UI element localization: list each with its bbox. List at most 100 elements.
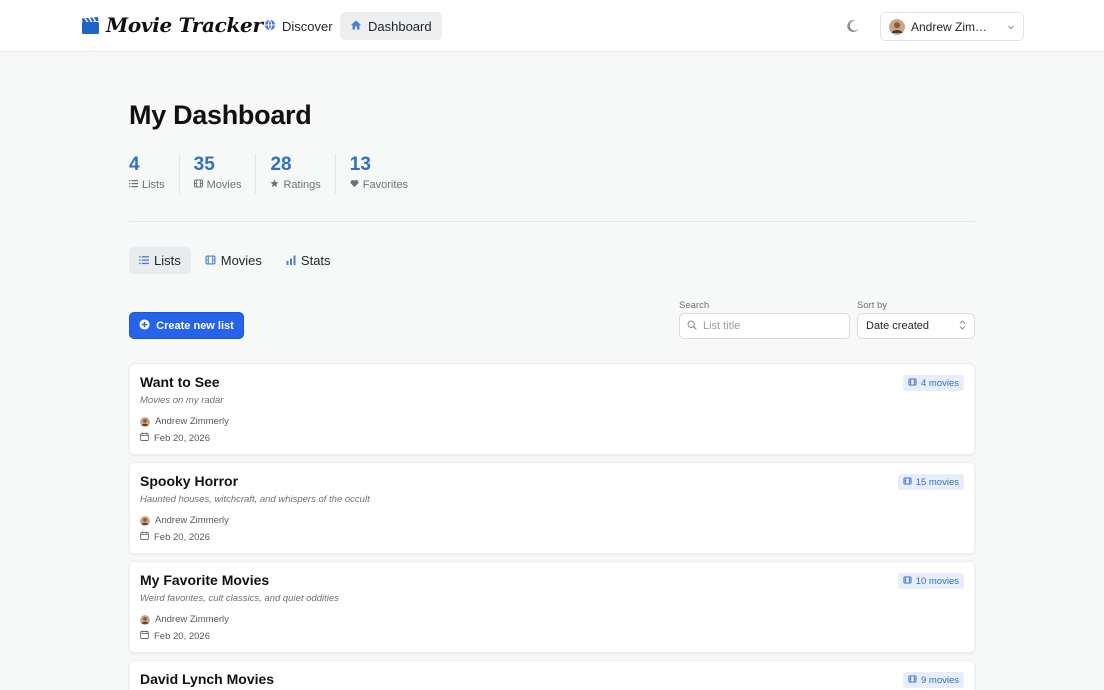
list-card[interactable]: My Favorite Movies Weird favorites, cult… bbox=[129, 561, 975, 653]
list-card[interactable]: David Lynch Movies 9 movies bbox=[129, 660, 975, 690]
movie-count-badge: 9 movies bbox=[902, 672, 964, 688]
date-text: Feb 20, 2026 bbox=[154, 531, 210, 543]
star-icon bbox=[270, 179, 280, 191]
chevron-down-icon bbox=[1007, 18, 1015, 36]
app-title: Movie Tracker bbox=[106, 13, 263, 37]
date-text: Feb 20, 2026 bbox=[154, 432, 210, 444]
dark-mode-toggle[interactable] bbox=[843, 16, 863, 36]
stat-movies: 35 Movies bbox=[193, 154, 257, 194]
list-title[interactable]: David Lynch Movies bbox=[140, 671, 274, 687]
avatar bbox=[140, 515, 150, 526]
list-author: Andrew Zimmerly bbox=[140, 416, 229, 427]
film-icon bbox=[903, 575, 912, 587]
nav-discover-label: Discover bbox=[282, 18, 333, 34]
create-list-button[interactable]: Create new list bbox=[129, 312, 244, 339]
stat-favorites: 13 Favorites bbox=[350, 154, 422, 194]
list-title[interactable]: Want to See bbox=[140, 374, 220, 390]
user-menu[interactable]: Andrew Zimmerly bbox=[880, 12, 1024, 41]
movie-count-badge: 4 movies bbox=[902, 375, 964, 391]
user-name: Andrew Zimmerly bbox=[911, 19, 997, 34]
app-logo[interactable]: Movie Tracker bbox=[81, 13, 263, 37]
stat-value: 4 bbox=[129, 154, 140, 175]
film-icon bbox=[205, 253, 216, 268]
list-author: Andrew Zimmerly bbox=[140, 614, 229, 625]
list-title[interactable]: My Favorite Movies bbox=[140, 572, 269, 588]
list-date: Feb 20, 2026 bbox=[140, 531, 210, 543]
stat-value: 28 bbox=[270, 154, 292, 175]
list-card[interactable]: Want to See Movies on my radar Andrew Zi… bbox=[129, 363, 975, 455]
author-name: Andrew Zimmerly bbox=[155, 614, 229, 625]
stat-lists: 4 Lists bbox=[129, 154, 180, 194]
film-icon bbox=[908, 674, 917, 686]
tab-label: Stats bbox=[300, 253, 331, 268]
create-list-label: Create new list bbox=[156, 319, 234, 332]
stat-label: Favorites bbox=[362, 179, 409, 191]
film-icon bbox=[908, 377, 917, 389]
date-text: Feb 20, 2026 bbox=[154, 630, 210, 642]
stat-label: Lists bbox=[142, 179, 165, 191]
list-title[interactable]: Spooky Horror bbox=[140, 473, 238, 489]
stats-summary: 4 Lists 35 Movies 28 Ratings 13 Favorite… bbox=[129, 154, 436, 194]
moon-icon bbox=[843, 20, 863, 40]
calendar-icon bbox=[140, 432, 149, 444]
search-field[interactable] bbox=[679, 313, 850, 339]
film-icon bbox=[903, 476, 912, 488]
movie-count-badge: 10 movies bbox=[897, 573, 964, 589]
stat-label: Ratings bbox=[283, 179, 321, 191]
section-divider bbox=[129, 221, 975, 222]
plus-circle-icon bbox=[139, 318, 150, 333]
heart-icon bbox=[350, 179, 359, 191]
list-icon bbox=[129, 179, 138, 191]
stat-label-row: Ratings bbox=[270, 179, 321, 191]
top-navbar: Movie Tracker Discover Dashboard Andrew … bbox=[0, 0, 1104, 52]
list-description: Haunted houses, witchcraft, and whispers… bbox=[140, 494, 370, 505]
home-icon bbox=[350, 19, 362, 34]
stat-label-row: Favorites bbox=[350, 179, 408, 191]
stat-ratings: 28 Ratings bbox=[270, 154, 336, 194]
avatar bbox=[140, 614, 150, 625]
nav-dashboard-label: Dashboard bbox=[368, 18, 432, 34]
stat-value: 13 bbox=[349, 154, 371, 175]
list-description: Movies on my radar bbox=[140, 395, 224, 406]
tab-lists[interactable]: Lists bbox=[129, 247, 191, 274]
dashboard-tabs: Lists Movies Stats bbox=[129, 247, 341, 274]
stat-label-row: Movies bbox=[193, 179, 242, 191]
globe-icon bbox=[264, 19, 276, 34]
stat-label: Movies bbox=[206, 179, 242, 191]
page-title: My Dashboard bbox=[129, 100, 312, 130]
author-name: Andrew Zimmerly bbox=[155, 416, 229, 427]
sort-select[interactable]: Date created bbox=[857, 313, 975, 339]
search-input[interactable] bbox=[703, 320, 833, 332]
calendar-icon bbox=[140, 630, 149, 642]
calendar-icon bbox=[140, 531, 149, 543]
search-icon bbox=[687, 317, 697, 335]
list-description: Weird favorites, cult classics, and quie… bbox=[140, 593, 339, 604]
avatar bbox=[889, 18, 905, 35]
movie-count: 15 movies bbox=[915, 476, 959, 488]
list-card[interactable]: Spooky Horror Haunted houses, witchcraft… bbox=[129, 462, 975, 554]
avatar bbox=[140, 416, 150, 427]
updown-chevron-icon bbox=[959, 319, 966, 333]
search-label: Search bbox=[679, 300, 710, 311]
list-date: Feb 20, 2026 bbox=[140, 630, 210, 642]
stat-label-row: Lists bbox=[129, 179, 165, 191]
nav-discover[interactable]: Discover bbox=[254, 12, 343, 40]
list-date: Feb 20, 2026 bbox=[140, 432, 210, 444]
author-name: Andrew Zimmerly bbox=[155, 515, 229, 526]
film-icon bbox=[193, 179, 203, 191]
tab-stats[interactable]: Stats bbox=[276, 247, 341, 274]
movie-count-badge: 15 movies bbox=[897, 474, 964, 490]
movie-count: 4 movies bbox=[920, 377, 959, 389]
stat-value: 35 bbox=[193, 154, 215, 175]
list-icon bbox=[139, 253, 149, 268]
movie-count: 10 movies bbox=[915, 575, 959, 587]
list-author: Andrew Zimmerly bbox=[140, 515, 229, 526]
sort-label: Sort by bbox=[857, 300, 888, 311]
tab-label: Lists bbox=[154, 253, 181, 268]
sort-value: Date created bbox=[866, 320, 929, 332]
nav-dashboard[interactable]: Dashboard bbox=[340, 12, 442, 40]
tab-movies[interactable]: Movies bbox=[195, 247, 272, 274]
bar-chart-icon bbox=[286, 253, 296, 268]
movie-count: 9 movies bbox=[920, 674, 959, 686]
clapperboard-icon bbox=[81, 16, 100, 35]
